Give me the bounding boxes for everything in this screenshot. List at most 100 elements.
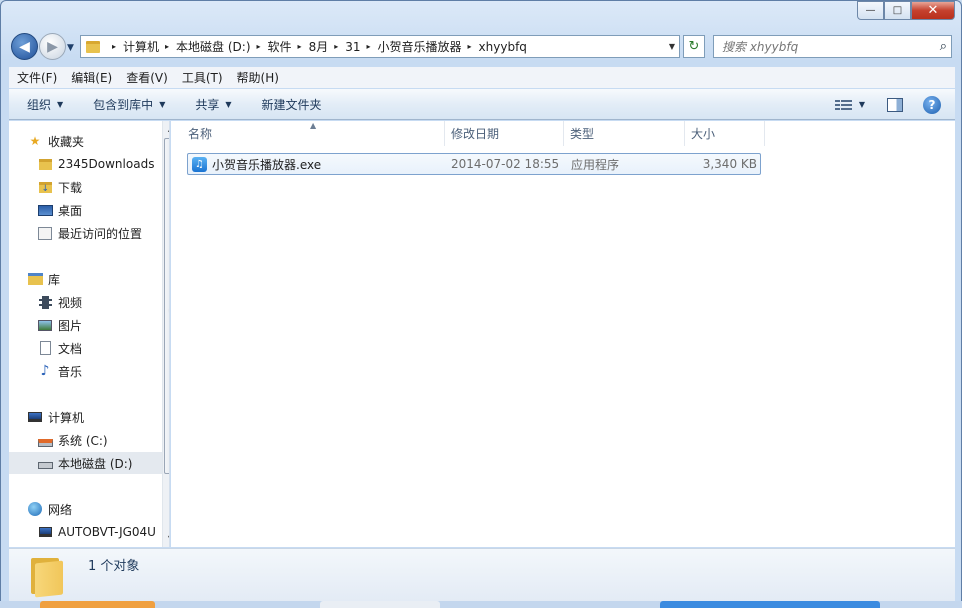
- nav-item-videos[interactable]: 视频: [37, 291, 169, 313]
- share-button[interactable]: 共享 ▼: [195, 96, 231, 113]
- breadcrumb-31[interactable]: ▸ 31: [328, 40, 360, 54]
- nav-network-header[interactable]: 网络: [27, 498, 169, 520]
- command-bar: 组织 ▼ 包含到库中 ▼ 共享 ▼ 新建文件夹 ▼ ?: [9, 89, 955, 120]
- preview-pane-icon[interactable]: [887, 97, 903, 112]
- menu-help[interactable]: 帮助(H): [237, 69, 279, 86]
- scroll-up-arrow[interactable]: ▲: [163, 121, 169, 137]
- taskbar-edge: [0, 601, 962, 608]
- file-name: 小贺音乐播放器.exe: [212, 157, 322, 172]
- minimize-button[interactable]: —: [857, 1, 884, 20]
- search-input[interactable]: [722, 39, 922, 54]
- computer-icon: [27, 409, 43, 425]
- breadcrumb-august[interactable]: ▸ 8月: [292, 38, 329, 55]
- desktop-icon: [37, 202, 53, 218]
- menu-tools[interactable]: 工具(T): [182, 69, 223, 86]
- taskbar-item[interactable]: [320, 601, 440, 608]
- computer-icon: [37, 524, 53, 540]
- column-header-modified[interactable]: 修改日期: [445, 121, 564, 146]
- breadcrumb-label: 小贺音乐播放器: [377, 40, 462, 54]
- taskbar-item[interactable]: [40, 601, 155, 608]
- column-label: 类型: [570, 127, 595, 141]
- recent-pages-dropdown[interactable]: ▼: [67, 43, 74, 53]
- address-dropdown[interactable]: ▼: [669, 42, 675, 51]
- nav-label: 库: [48, 272, 61, 287]
- recent-places-icon: [37, 225, 53, 241]
- taskbar-item[interactable]: [660, 601, 880, 608]
- nav-label: AUTOBVT-JG04U: [58, 525, 156, 539]
- nav-label: 网络: [48, 502, 73, 517]
- file-modified-cell: 2014-07-02 18:55: [451, 157, 560, 171]
- close-button[interactable]: ✕: [911, 1, 955, 20]
- new-folder-button[interactable]: 新建文件夹: [262, 96, 322, 113]
- organize-label: 组织: [27, 97, 52, 112]
- column-header-type[interactable]: 类型: [564, 121, 685, 146]
- nav-item-music[interactable]: ♪ 音乐: [37, 360, 169, 382]
- nav-label: 音乐: [58, 364, 83, 379]
- breadcrumb-software[interactable]: ▸ 软件: [251, 38, 292, 55]
- forward-button[interactable]: ▶: [39, 33, 66, 60]
- music-note-icon: ♪: [40, 363, 50, 379]
- scroll-down-arrow[interactable]: ▼: [163, 531, 169, 547]
- nav-label: 文档: [58, 341, 83, 356]
- new-folder-label: 新建文件夹: [261, 97, 322, 112]
- nav-item-desktop[interactable]: 桌面: [37, 199, 169, 221]
- details-pane: 1 个对象: [9, 548, 955, 601]
- breadcrumb-label: 计算机: [123, 40, 160, 54]
- caption-buttons: — □ ✕: [857, 1, 955, 20]
- nav-item-pictures[interactable]: 图片: [37, 314, 169, 336]
- menu-edit[interactable]: 编辑(E): [71, 69, 112, 86]
- folder-icon: [86, 40, 100, 53]
- nav-computer-header[interactable]: 计算机: [27, 406, 169, 428]
- nav-item-recent-places[interactable]: 最近访问的位置: [37, 222, 169, 244]
- nav-pane-scrollbar[interactable]: ▲ ≡ ▼: [162, 121, 169, 547]
- breadcrumb-xhyybfq[interactable]: ▸ xhyybfq: [462, 40, 527, 54]
- nav-libraries-header[interactable]: 库: [27, 268, 169, 290]
- scroll-grip-icon: ≡: [168, 307, 169, 315]
- file-size-cell: 3,340 KB: [702, 157, 757, 171]
- navigation-row: ◀ ▶ ▼ ▸ 计算机 ▸ 本地磁盘 (D:) ▸ 软件 ▸ 8月 ▸ 31 ▸ 小贺音乐播…: [1, 29, 961, 65]
- maximize-button[interactable]: □: [884, 1, 911, 20]
- nav-item-network-pc[interactable]: AUTOBVT-JG04U: [37, 521, 162, 543]
- nav-favorites-header[interactable]: ★ 收藏夹: [27, 130, 169, 152]
- chevron-down-icon: ▼: [57, 99, 64, 109]
- search-box[interactable]: ⌕: [713, 35, 952, 58]
- nav-item-downloads[interactable]: ↓ 下载: [37, 176, 169, 198]
- share-label: 共享: [195, 97, 220, 112]
- file-type-cell: 应用程序: [571, 157, 620, 172]
- back-button[interactable]: ◀: [11, 33, 38, 60]
- documents-library-icon: [37, 340, 53, 356]
- column-label: 修改日期: [451, 127, 500, 141]
- nav-item-documents[interactable]: 文档: [37, 337, 169, 359]
- breadcrumb-separator: ▸: [112, 42, 117, 51]
- menu-bar: 文件(F) 编辑(E) 查看(V) 工具(T) 帮助(H): [9, 67, 955, 88]
- file-row[interactable]: ♫ 小贺音乐播放器.exe 2014-07-02 18:55 应用程序 3,34…: [187, 153, 761, 175]
- nav-item-drive-d[interactable]: 本地磁盘 (D:): [9, 452, 162, 474]
- view-options-icon[interactable]: [834, 99, 852, 111]
- include-in-library-label: 包含到库中: [93, 97, 154, 112]
- column-label: 名称: [188, 127, 213, 141]
- nav-item-drive-c[interactable]: 系统 (C:): [37, 429, 169, 451]
- breadcrumb-separator: ▸: [297, 42, 302, 51]
- breadcrumb-player[interactable]: ▸ 小贺音乐播放器: [361, 38, 462, 55]
- folder-icon: [29, 554, 65, 598]
- search-icon[interactable]: ⌕: [940, 39, 947, 54]
- view-options-dropdown[interactable]: ▼: [859, 100, 865, 109]
- explorer-window: — □ ✕ ◀ ▶ ▼ ▸ 计算机 ▸ 本地磁盘 (D:) ▸ 软件 ▸ 8月 ▸ 31 …: [0, 0, 962, 608]
- refresh-button[interactable]: ↻: [683, 35, 705, 58]
- include-in-library-button[interactable]: 包含到库中 ▼: [93, 96, 165, 113]
- scroll-thumb[interactable]: ≡: [164, 138, 169, 474]
- breadcrumb-drive-d[interactable]: ▸ 本地磁盘 (D:): [159, 38, 250, 55]
- nav-label: 收藏夹: [48, 134, 85, 149]
- help-icon[interactable]: ?: [923, 95, 941, 114]
- menu-view[interactable]: 查看(V): [126, 69, 168, 86]
- column-header-size[interactable]: 大小: [685, 121, 765, 146]
- hard-drive-icon: [37, 455, 53, 471]
- breadcrumb-computer[interactable]: ▸ 计算机: [106, 38, 159, 55]
- menu-file[interactable]: 文件(F): [17, 69, 57, 86]
- organize-button[interactable]: 组织 ▼: [27, 96, 63, 113]
- nav-label: 系统 (C:): [58, 433, 108, 448]
- address-bar[interactable]: ▸ 计算机 ▸ 本地磁盘 (D:) ▸ 软件 ▸ 8月 ▸ 31 ▸ 小贺音乐播放器 ▸ xh…: [80, 35, 680, 58]
- column-label: 大小: [691, 127, 716, 141]
- system-drive-icon: [37, 432, 53, 448]
- nav-item-2345downloads[interactable]: 2345Downloads: [37, 153, 169, 175]
